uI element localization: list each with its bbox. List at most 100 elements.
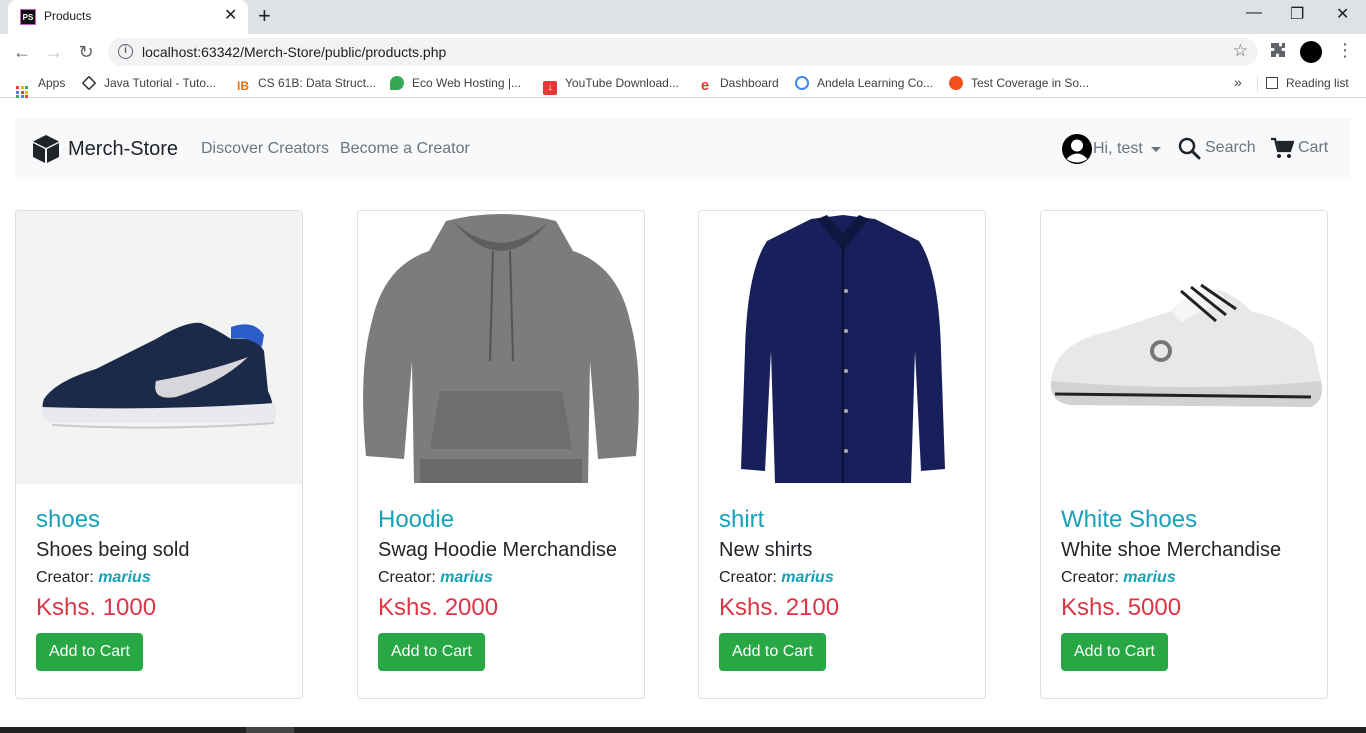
bookmark-test-coverage[interactable]: Test Coverage in So... (949, 76, 1089, 90)
restore-icon[interactable]: ❐ (1290, 4, 1304, 24)
white-shoe-image-icon (1050, 283, 1322, 407)
search-link[interactable]: Search (1177, 136, 1256, 160)
new-tab-icon[interactable]: + (258, 5, 271, 27)
back-icon[interactable]: ← (10, 40, 34, 64)
forward-icon[interactable]: → (42, 40, 66, 64)
product-price: Kshs. 2100 (719, 594, 840, 621)
url-text[interactable]: localhost:63342/Merch-Store/public/produ… (142, 44, 446, 60)
apps-grid-icon (16, 86, 28, 98)
site-navbar: Merch-Store Discover Creators Become a C… (15, 118, 1351, 180)
diamond-icon (81, 75, 97, 91)
add-to-cart-button[interactable]: Add to Cart (36, 633, 143, 671)
cart-label: Cart (1298, 139, 1329, 156)
bookmark-andela[interactable]: Andela Learning Co... (795, 76, 933, 90)
browser-menu-icon[interactable]: ⋮ (1336, 40, 1354, 61)
product-price: Kshs. 5000 (1061, 594, 1182, 621)
bookmark-apps[interactable]: Apps (16, 76, 65, 98)
browser-tab-strip: PS Products ✕ + — ❐ ✕ (0, 0, 1366, 34)
bookmark-star-icon[interactable]: ☆ (1233, 41, 1248, 61)
user-avatar-icon (1062, 134, 1092, 164)
product-image-white-shoe[interactable] (1041, 211, 1327, 484)
product-image-sneaker[interactable] (16, 211, 302, 484)
nav-become-creator[interactable]: Become a Creator (340, 140, 470, 158)
product-price: Kshs. 1000 (36, 594, 157, 621)
tab-title: Products (44, 9, 92, 23)
product-name: White Shoes (1061, 506, 1198, 533)
bookmark-label: Test Coverage in So... (971, 76, 1090, 90)
brand-name: Merch-Store (68, 137, 179, 160)
phpstorm-favicon-icon: PS (20, 9, 36, 25)
reload-icon[interactable]: ↻ (74, 40, 98, 64)
product-image-shirt[interactable] (699, 211, 985, 484)
reading-list[interactable]: Reading list (1266, 76, 1349, 90)
sneaker-image-icon (41, 322, 277, 429)
creator-label: Creator: (719, 569, 777, 586)
product-card-body: shirt New shirts Creator: marius Kshs. 2… (719, 504, 969, 671)
dashboard-e-icon: e (700, 77, 710, 94)
product-creator: Creator: marius (378, 569, 628, 587)
nav-discover-creators[interactable]: Discover Creators (201, 140, 329, 158)
product-description: White shoe Merchandise (1061, 539, 1282, 561)
bookmark-dashboard[interactable]: e Dashboard (698, 76, 779, 93)
horizontal-scrollbar[interactable] (0, 727, 1366, 733)
close-window-icon[interactable]: ✕ (1336, 4, 1349, 24)
bookmark-label: Eco Web Hosting |... (412, 76, 521, 90)
site-info-icon[interactable]: i (118, 44, 133, 59)
product-description: New shirts (719, 539, 813, 561)
bookmark-java-tutorial[interactable]: Java Tutorial - Tuto... (81, 75, 217, 91)
box-logo-icon (33, 135, 59, 163)
creator-link[interactable]: marius (781, 569, 833, 586)
bookmark-label: Dashboard (720, 76, 779, 90)
product-price: Kshs. 2000 (378, 594, 499, 621)
browser-toolbar: ← → ↻ i localhost:63342/Merch-Store/publ… (0, 34, 1366, 70)
browser-tab[interactable]: PS Products ✕ (8, 0, 248, 34)
leaf-icon (390, 76, 404, 90)
product-card-body: shoes Shoes being sold Creator: marius K… (36, 504, 286, 671)
creator-label: Creator: (1061, 569, 1119, 586)
hoodie-image-icon (363, 214, 639, 483)
product-name: shirt (719, 506, 765, 533)
product-name: Hoodie (378, 506, 455, 533)
product-image-hoodie[interactable] (358, 211, 644, 484)
profile-avatar[interactable] (1300, 41, 1322, 63)
brand-link[interactable]: Merch-Store (32, 134, 178, 164)
gear-icon (795, 76, 809, 90)
creator-link[interactable]: marius (98, 569, 150, 586)
product-description: Swag Hoodie Merchandise (378, 539, 618, 561)
bookmark-label: CS 61B: Data Struct... (258, 76, 377, 90)
cart-link[interactable]: Cart (1270, 136, 1328, 160)
extensions-puzzle-icon[interactable] (1270, 42, 1286, 63)
bookmarks-overflow-icon[interactable]: » (1234, 74, 1242, 90)
bookmark-eco-web-hosting[interactable]: Eco Web Hosting |... (390, 76, 521, 90)
add-to-cart-button[interactable]: Add to Cart (719, 633, 826, 671)
minimize-icon[interactable]: — (1246, 4, 1262, 22)
product-card-body: White Shoes White shoe Merchandise Creat… (1061, 504, 1311, 671)
product-card: White Shoes White shoe Merchandise Creat… (1040, 210, 1328, 699)
bookmark-cs61b[interactable]: IB CS 61B: Data Struct... (236, 76, 376, 93)
product-card: shoes Shoes being sold Creator: marius K… (15, 210, 303, 699)
product-name: shoes (36, 506, 101, 533)
product-card: shirt New shirts Creator: marius Kshs. 2… (698, 210, 986, 699)
tab-close-icon[interactable]: ✕ (224, 8, 237, 24)
product-creator: Creator: marius (1061, 569, 1311, 587)
bookmark-youtube-download[interactable]: ↓ YouTube Download... (543, 76, 679, 95)
user-dropdown[interactable]: Hi, test (1061, 133, 1161, 165)
address-bar[interactable]: i localhost:63342/Merch-Store/public/pro… (108, 38, 1258, 66)
add-to-cart-button[interactable]: Add to Cart (378, 633, 485, 671)
product-card-body: Hoodie Swag Hoodie Merchandise Creator: … (378, 504, 628, 671)
search-icon (1178, 137, 1201, 160)
scrollbar-thumb[interactable] (246, 727, 294, 733)
add-to-cart-button[interactable]: Add to Cart (1061, 633, 1168, 671)
creator-link[interactable]: marius (440, 569, 492, 586)
bookmark-label: YouTube Download... (565, 76, 679, 90)
creator-label: Creator: (36, 569, 94, 586)
test-coverage-icon (949, 76, 963, 90)
product-description: Shoes being sold (36, 539, 190, 561)
product-card: Hoodie Swag Hoodie Merchandise Creator: … (357, 210, 645, 699)
creator-link[interactable]: marius (1123, 569, 1175, 586)
cart-icon (1271, 137, 1294, 158)
bookmark-label: Java Tutorial - Tuto... (104, 76, 217, 90)
bookmarks-divider (1257, 76, 1258, 92)
cs61b-icon: IB (236, 79, 250, 93)
shirt-image-icon (741, 215, 945, 483)
